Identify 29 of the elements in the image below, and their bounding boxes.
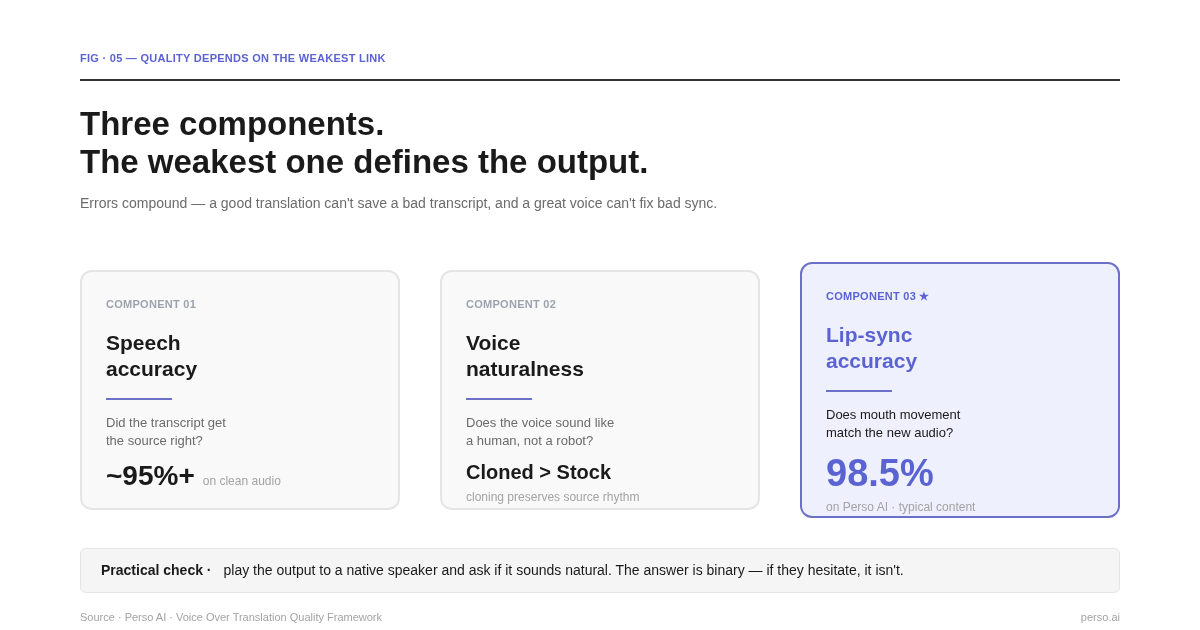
component-question: a human, not a robot? <box>466 432 595 450</box>
headline: Three components. <box>80 104 386 143</box>
component-metric: ~95%+ <box>106 462 195 490</box>
component-title: naturalness <box>466 356 585 382</box>
source-note: Source · Perso AI · Voice Over Translation Quality Framework <box>80 609 382 625</box>
component-question: Did the transcript get <box>106 414 227 432</box>
component-question: Does the voice sound like <box>466 414 616 432</box>
callout-text: play the output to a native speaker and ask if it sounds natural. The answer is binary — if they hesitate, it isn't. <box>223 560 904 580</box>
component-title: Voice <box>466 330 522 356</box>
component-question: the source right? <box>106 432 204 450</box>
metric-note: cloning preserves source rhythm <box>466 489 641 506</box>
site-name: perso.ai <box>1080 609 1120 625</box>
callout-label: Practical check · <box>101 560 212 580</box>
component-label: COMPONENT 02 <box>466 296 558 312</box>
component-title: Speech <box>106 330 182 356</box>
component-title: accuracy <box>106 356 199 382</box>
component-metric: 98.5% <box>826 454 935 492</box>
component-question: Does mouth movement <box>826 406 962 424</box>
headline: The weakest one defines the output. <box>80 142 650 181</box>
metric-note: on Perso AI · typical content <box>826 499 977 516</box>
component-metric: Cloned > Stock <box>466 462 613 482</box>
component-label: COMPONENT 01 <box>106 296 198 312</box>
metric-note: on clean audio <box>202 473 281 490</box>
component-question: match the new audio? <box>826 424 955 442</box>
figure-label: FIG · 05 — QUALITY DEPENDS ON THE WEAKEST LINK <box>80 51 387 66</box>
component-label: COMPONENT 03 ★ <box>826 288 931 304</box>
component-title: accuracy <box>826 348 919 374</box>
subtitle: Errors compound — a good translation can't save a bad transcript, and a great voice can't fix bad sync. <box>80 193 719 213</box>
component-title: Lip-sync <box>826 322 914 348</box>
